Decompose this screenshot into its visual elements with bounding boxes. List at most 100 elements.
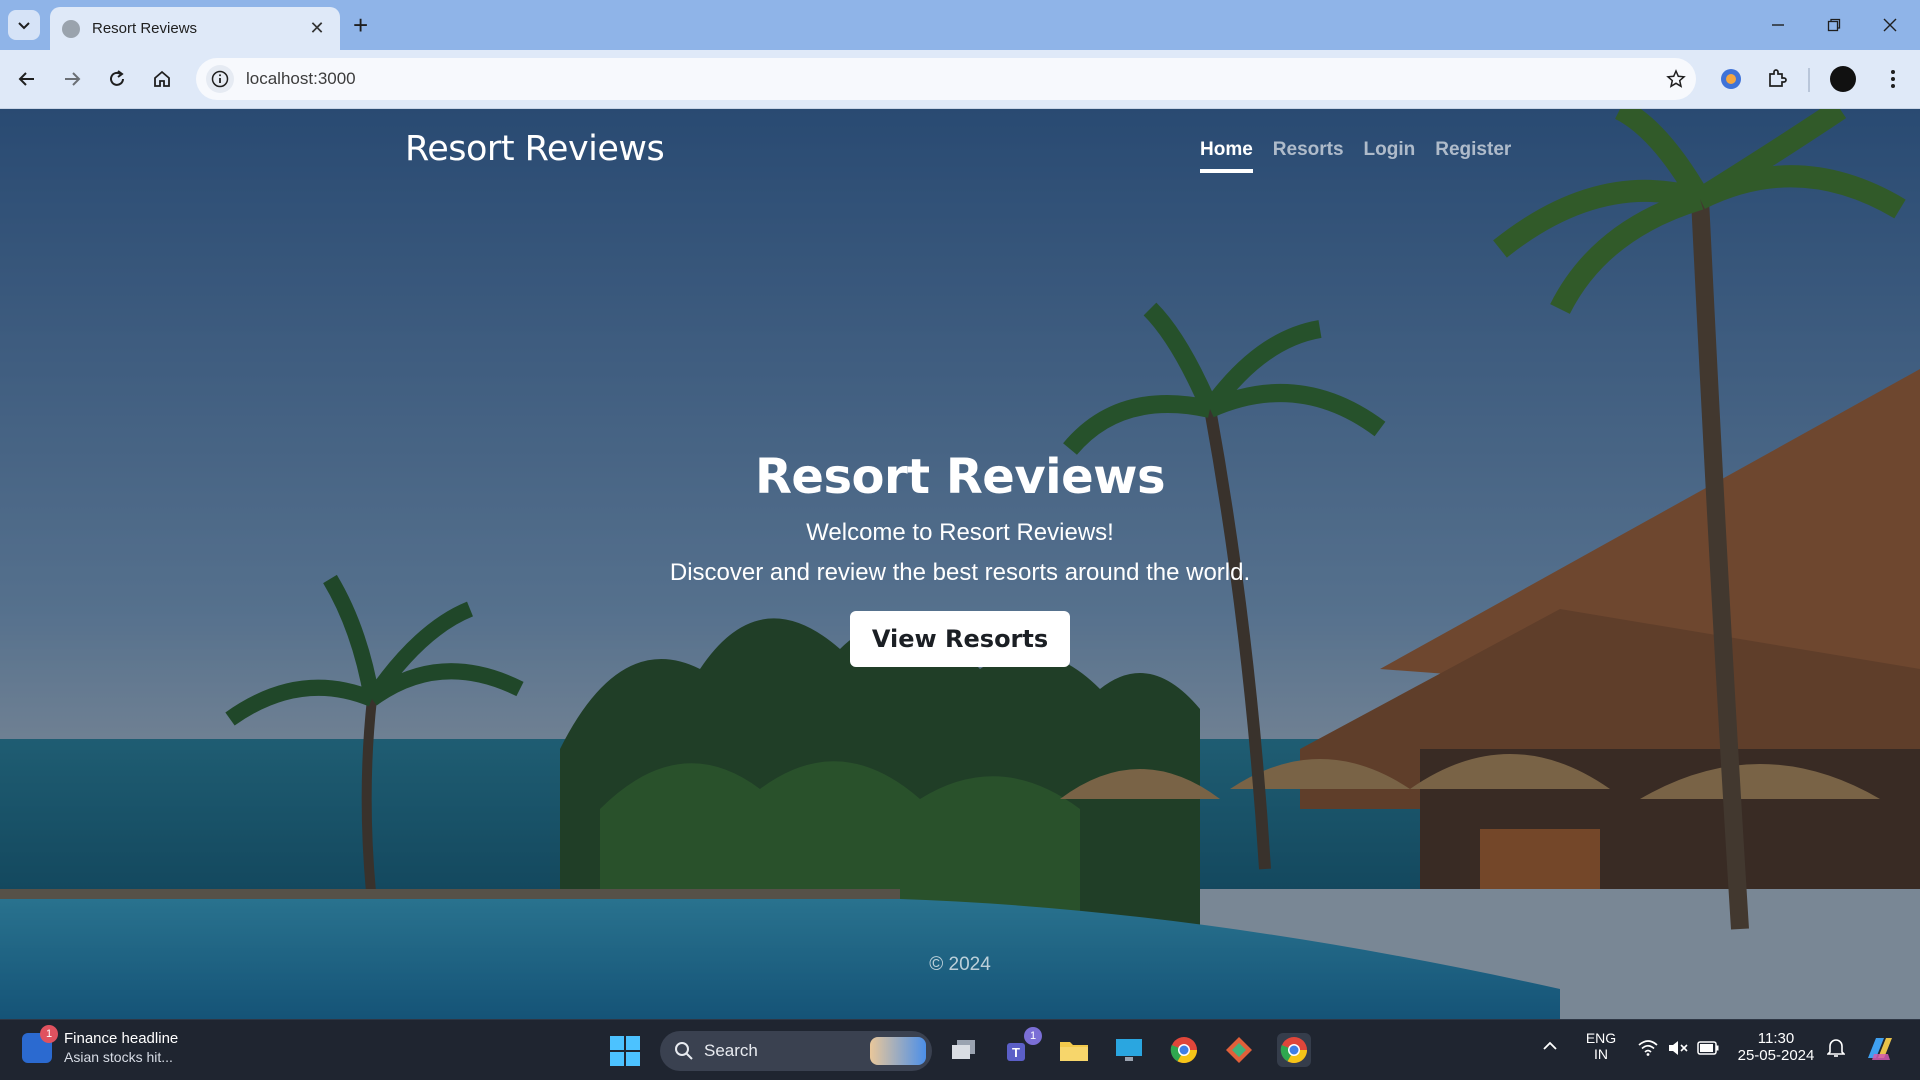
toolbar-separator	[1808, 68, 1810, 92]
teams-badge: 1	[1024, 1027, 1042, 1045]
site-info-icon[interactable]	[206, 65, 234, 93]
close-window-button[interactable]	[1870, 10, 1910, 40]
view-resorts-button[interactable]: View Resorts	[849, 611, 1071, 667]
windows-logo-icon	[610, 1036, 624, 1050]
volume-muted-icon	[1669, 1041, 1688, 1055]
git-app-button[interactable]	[1222, 1033, 1256, 1067]
bookmark-star-button[interactable]	[1656, 59, 1696, 99]
taskbar-search[interactable]: Search	[660, 1031, 932, 1071]
diamond-app-icon	[1226, 1037, 1252, 1063]
language-indicator[interactable]: ENG IN	[1584, 1030, 1618, 1062]
home-icon	[154, 70, 170, 87]
minimize-icon	[1772, 24, 1784, 26]
notifications-button[interactable]	[1826, 1038, 1846, 1062]
file-explorer-button[interactable]	[1057, 1033, 1091, 1067]
hero-section: Resort Reviews Welcome to Resort Reviews…	[0, 449, 1920, 667]
forward-button[interactable]	[53, 60, 91, 98]
shield-extension-icon	[1721, 69, 1741, 89]
clock[interactable]: 11:30 25-05-2024	[1736, 1030, 1816, 1064]
chevron-down-icon	[18, 22, 30, 30]
start-button[interactable]	[610, 1036, 640, 1066]
clock-date: 25-05-2024	[1737, 1047, 1815, 1064]
battery-status[interactable]	[1697, 1041, 1719, 1059]
windows-logo-icon	[626, 1036, 640, 1050]
search-icon	[675, 1042, 693, 1060]
widget-badge: 1	[40, 1024, 58, 1043]
hero-title: Resort Reviews	[754, 449, 1166, 505]
browser-toolbar: localhost:3000	[0, 50, 1920, 109]
volume-status[interactable]	[1668, 1040, 1688, 1060]
new-tab-button[interactable]: +	[353, 12, 368, 38]
monitor-icon	[1116, 1039, 1142, 1061]
extension-shield-button[interactable]	[1714, 62, 1748, 96]
puzzle-icon	[1769, 69, 1787, 87]
nav-login[interactable]: Login	[1364, 139, 1416, 173]
search-highlight-image	[870, 1037, 926, 1065]
star-icon	[1666, 69, 1686, 88]
network-status[interactable]	[1638, 1040, 1658, 1060]
wifi-icon	[1638, 1040, 1658, 1056]
stocks-icon: 1	[22, 1024, 58, 1063]
restore-button[interactable]	[1814, 10, 1854, 40]
close-tab-icon[interactable]: ✕	[306, 18, 328, 39]
kebab-menu-icon	[1891, 70, 1895, 88]
address-bar[interactable]: localhost:3000	[196, 58, 1696, 100]
clock-time: 11:30	[1757, 1030, 1795, 1047]
site-nav: Home Resorts Login Register	[1200, 139, 1511, 173]
bell-icon	[1826, 1039, 1846, 1057]
widget-subtitle: Asian stocks hit...	[64, 1049, 173, 1065]
svg-text:T: T	[1012, 1045, 1020, 1060]
copilot-icon	[1868, 1038, 1892, 1060]
back-button[interactable]	[8, 60, 46, 98]
nav-register[interactable]: Register	[1435, 139, 1511, 173]
task-view-icon	[952, 1040, 975, 1059]
desktop-app-button[interactable]	[1112, 1033, 1146, 1067]
windows-logo-icon	[610, 1052, 624, 1066]
news-widget[interactable]: 1 Finance headline Asian stocks hit...	[22, 1024, 179, 1065]
chevron-up-icon	[1543, 1041, 1557, 1050]
windows-logo-icon	[626, 1052, 640, 1066]
search-label: Search	[704, 1041, 758, 1060]
copilot-button[interactable]	[1864, 1034, 1894, 1068]
region-code: IN	[1594, 1046, 1608, 1062]
page-viewport: Resort Reviews Home Resorts Login Regist…	[0, 109, 1920, 1019]
reload-button[interactable]	[98, 60, 136, 98]
back-arrow-icon	[18, 72, 34, 86]
extensions-button[interactable]	[1760, 62, 1794, 96]
tab-search-button[interactable]	[8, 10, 40, 40]
site-brand[interactable]: Resort Reviews	[405, 129, 665, 169]
battery-icon	[1697, 1041, 1719, 1055]
browser-tab[interactable]: Resort Reviews ✕	[50, 7, 340, 50]
forward-arrow-icon	[65, 72, 81, 86]
teams-button[interactable]: T 1	[1002, 1027, 1042, 1067]
info-icon	[211, 70, 229, 88]
widget-title: Finance headline	[64, 1030, 179, 1047]
url-text: localhost:3000	[246, 69, 356, 88]
close-icon	[1883, 18, 1897, 32]
hero-description: Discover and review the best resorts aro…	[669, 559, 1251, 586]
chrome-icon	[1170, 1037, 1198, 1064]
reload-icon	[110, 70, 124, 86]
browser-tabstrip: Resort Reviews ✕ +	[0, 0, 1920, 50]
home-button[interactable]	[143, 60, 181, 98]
language-code: ENG	[1585, 1030, 1617, 1046]
task-view-button[interactable]	[947, 1033, 981, 1067]
chrome-active-button[interactable]	[1277, 1033, 1311, 1067]
minimize-button[interactable]	[1758, 10, 1798, 40]
restore-icon	[1827, 18, 1841, 32]
taskbar: 1 Finance headline Asian stocks hit... S…	[0, 1019, 1920, 1080]
folder-icon	[1060, 1042, 1088, 1061]
browser-menu-button[interactable]	[1876, 62, 1910, 96]
site-header: Resort Reviews Home Resorts Login Regist…	[0, 109, 1920, 199]
nav-resorts[interactable]: Resorts	[1273, 139, 1344, 173]
avatar	[1830, 66, 1856, 92]
nav-home[interactable]: Home	[1200, 139, 1253, 173]
show-hidden-icons-button[interactable]	[1542, 1038, 1558, 1055]
hero-subtitle: Welcome to Resort Reviews!	[806, 519, 1114, 546]
site-footer: © 2024	[929, 954, 991, 975]
chrome-button[interactable]	[1167, 1033, 1201, 1067]
profile-button[interactable]	[1826, 62, 1860, 96]
globe-icon	[62, 19, 80, 38]
tab-title: Resort Reviews	[92, 20, 198, 37]
chrome-profile-icon	[1280, 1037, 1308, 1064]
